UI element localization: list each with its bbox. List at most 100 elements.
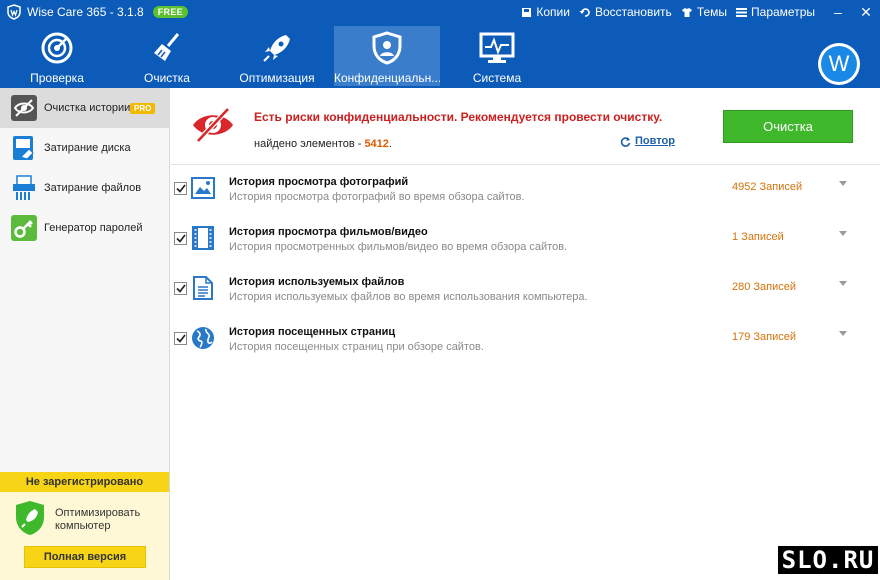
sidebar-item-history-cleaner[interactable]: Очистка истории PRO (0, 88, 169, 128)
shirt-icon (681, 7, 692, 17)
checkmark-icon (175, 234, 186, 243)
sidebar-item-disk-eraser[interactable]: Затирание диска (0, 128, 169, 168)
hidden-eye-icon (190, 105, 236, 148)
broom-icon (154, 33, 180, 61)
list-item: История посещенных страниц История посещ… (171, 318, 880, 368)
menu-icon (736, 8, 748, 17)
tab-check[interactable]: Проверка (4, 26, 110, 86)
tab-clean-label: Очистка (144, 71, 190, 85)
found-elements-text: найдено элементов - 5412. (254, 138, 392, 150)
expand-arrow-icon[interactable] (838, 230, 848, 238)
checkmark-icon (175, 334, 186, 343)
restore-link[interactable]: Восстановить (579, 5, 672, 19)
item-checkbox[interactable] (174, 332, 187, 345)
expand-arrow-icon[interactable] (838, 180, 848, 188)
sidebar-item-label: Очистка истории (44, 102, 131, 114)
item-title: История просмотра фотографий (229, 176, 409, 188)
registration-header: Не зарегистрировано (0, 472, 169, 492)
minimize-button[interactable]: – (824, 0, 852, 24)
item-description: История используемых файлов во время исп… (229, 291, 588, 303)
settings-link[interactable]: Параметры (736, 5, 815, 19)
user-avatar[interactable]: W (818, 43, 860, 85)
list-item: История просмотра фотографий История про… (171, 168, 880, 218)
eye-icon (11, 95, 37, 121)
registration-text-line1: Оптимизировать (55, 506, 141, 519)
item-record-count: 4952 Записей (732, 181, 803, 193)
sidebar-item-label: Генератор паролей (44, 222, 143, 234)
main-content: Есть риски конфиденциальности. Рекоменду… (171, 88, 880, 580)
watermark-text: SLO.RU (777, 546, 879, 574)
title-bar: Wise Care 365 - 3.1.8 FREE Копии Восстан… (0, 0, 880, 24)
item-description: История просмотра фотографий во время об… (229, 191, 525, 203)
tab-clean[interactable]: Очистка (114, 26, 220, 86)
sidebar-item-label: Затирание диска (44, 142, 131, 154)
photo-icon (190, 175, 216, 201)
found-count: 5412 (364, 138, 389, 150)
tab-system-label: Система (472, 71, 522, 85)
sidebar: Очистка истории PRO Затирание диска Зати… (0, 88, 170, 580)
sidebar-item-password-generator[interactable]: Генератор паролей (0, 208, 169, 248)
shield-rocket-icon (14, 500, 46, 539)
item-record-count: 179 Записей (732, 331, 797, 343)
themes-link-label: Темы (696, 5, 728, 19)
tab-check-label: Проверка (30, 71, 84, 85)
full-version-button[interactable]: Полная версия (24, 546, 146, 568)
registration-panel: Не зарегистрировано Оптимизировать компь… (0, 472, 169, 580)
found-suffix: . (388, 138, 392, 150)
item-title: История просмотра фильмов/видео (229, 226, 428, 238)
monitor-icon (479, 32, 515, 63)
sidebar-item-file-shredder[interactable]: Затирание файлов (0, 168, 169, 208)
item-title: История используемых файлов (229, 276, 405, 288)
sidebar-item-label: Затирание файлов (44, 182, 142, 194)
pro-badge: PRO (130, 103, 156, 114)
rocket-icon (263, 35, 290, 62)
risk-title: Есть риски конфиденциальности. Рекоменду… (254, 110, 663, 124)
expand-arrow-icon[interactable] (838, 330, 848, 338)
app-title: Wise Care 365 - 3.1.8 (27, 5, 144, 19)
title-bar-actions: Копии Восстановить Темы Параметры – ✕ (521, 0, 880, 24)
item-description: История посещенных страниц при обзоре са… (229, 341, 484, 353)
settings-link-label: Параметры (751, 5, 815, 19)
app-window: Wise Care 365 - 3.1.8 FREE Копии Восстан… (0, 0, 880, 580)
refresh-icon (620, 136, 631, 147)
privacy-risk-header: Есть риски конфиденциальности. Рекоменду… (171, 88, 880, 165)
backup-link[interactable]: Копии (521, 5, 570, 19)
backup-link-label: Копии (536, 5, 570, 19)
file-shredder-icon (11, 175, 37, 201)
disk-eraser-icon (11, 135, 37, 161)
watermark-logo: SLO.RU (776, 540, 880, 580)
item-checkbox[interactable] (174, 182, 187, 195)
app-logo-icon (5, 3, 23, 21)
retry-link[interactable]: Повтор (620, 135, 675, 147)
document-icon (190, 275, 216, 301)
registration-text-line2: компьютер (55, 519, 111, 532)
item-title: История посещенных страниц (229, 326, 396, 338)
film-icon (190, 225, 216, 251)
tab-privacy[interactable]: Конфиденциальн... (334, 26, 440, 86)
checkmark-icon (175, 284, 186, 293)
key-icon (11, 215, 37, 241)
expand-arrow-icon[interactable] (838, 280, 848, 288)
clean-button[interactable]: Очистка (723, 110, 853, 143)
privacy-shield-icon (372, 31, 402, 65)
tab-optimize[interactable]: Оптимизация (224, 26, 330, 86)
avatar-letter: W (821, 46, 857, 82)
main-toolbar: Проверка Очистка Оптимизация Конфиденциа… (0, 24, 880, 88)
restore-icon (579, 7, 590, 17)
radar-icon (41, 32, 73, 64)
retry-label: Повтор (635, 135, 675, 147)
item-record-count: 280 Записей (732, 281, 797, 293)
backup-icon (522, 7, 532, 17)
item-checkbox[interactable] (174, 282, 187, 295)
found-prefix: найдено элементов - (254, 138, 365, 150)
tab-privacy-label: Конфиденциальн... (334, 71, 440, 85)
list-item: История используемых файлов История испо… (171, 268, 880, 318)
close-button[interactable]: ✕ (852, 0, 880, 24)
restore-link-label: Восстановить (594, 5, 672, 19)
checkmark-icon (175, 184, 186, 193)
list-item: История просмотра фильмов/видео История … (171, 218, 880, 268)
tab-system[interactable]: Система (444, 26, 550, 86)
item-description: История просмотренных фильмов/видео во в… (229, 241, 568, 253)
item-checkbox[interactable] (174, 232, 187, 245)
themes-link[interactable]: Темы (681, 5, 727, 19)
